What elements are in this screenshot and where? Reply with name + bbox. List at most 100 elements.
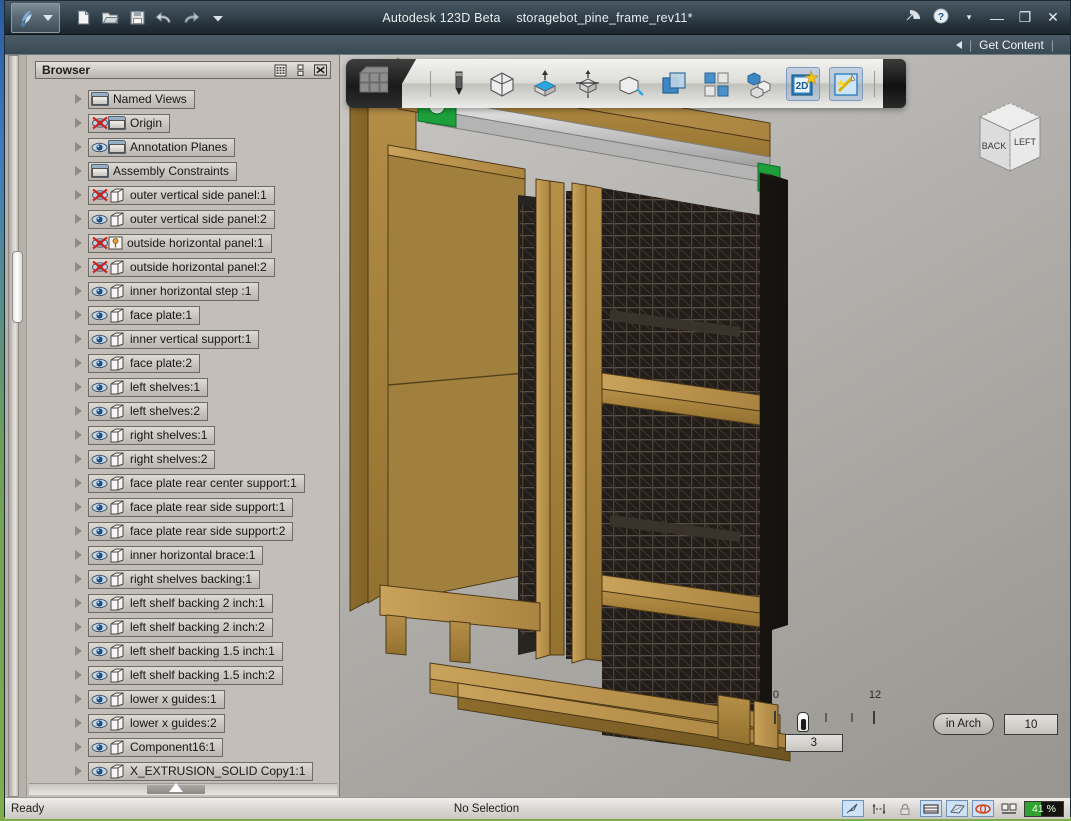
visibility-eye-icon[interactable] bbox=[91, 501, 108, 514]
visibility-eye-icon[interactable] bbox=[91, 477, 108, 490]
expand-arrow-icon[interactable] bbox=[75, 742, 82, 752]
close-panel-icon[interactable] bbox=[314, 64, 327, 77]
modify-icon[interactable] bbox=[571, 67, 605, 101]
orbit-icon[interactable] bbox=[972, 800, 994, 817]
expand-arrow-icon[interactable] bbox=[75, 166, 82, 176]
tree-node-18[interactable]: face plate rear side support:2 bbox=[88, 522, 293, 541]
save-icon[interactable] bbox=[128, 9, 146, 27]
browser-horizontal-scroll-thumb[interactable] bbox=[147, 785, 205, 794]
expand-arrow-icon[interactable] bbox=[75, 406, 82, 416]
tree-node-26[interactable]: lower x guides:2 bbox=[88, 714, 225, 733]
expand-arrow-icon[interactable] bbox=[75, 526, 82, 536]
visibility-eye-icon[interactable] bbox=[91, 573, 108, 586]
expand-arrow-icon[interactable] bbox=[75, 598, 82, 608]
measure-icon[interactable] bbox=[868, 800, 890, 817]
tree-node-3[interactable]: Assembly Constraints bbox=[88, 162, 237, 181]
expand-arrow-icon[interactable] bbox=[75, 286, 82, 296]
combine-icon[interactable] bbox=[657, 67, 691, 101]
visibility-eye-icon[interactable] bbox=[91, 645, 108, 658]
expand-arrow-icon[interactable] bbox=[75, 670, 82, 680]
3d-viewport[interactable]: 2D bbox=[339, 55, 1070, 797]
assembly-icon[interactable] bbox=[743, 67, 777, 101]
tree-node-16[interactable]: face plate rear center support:1 bbox=[88, 474, 305, 493]
help-dropdown-icon[interactable]: ▾ bbox=[960, 12, 978, 23]
visibility-hidden-icon[interactable] bbox=[91, 116, 108, 130]
select-tool-icon[interactable] bbox=[842, 800, 864, 817]
visibility-eye-icon[interactable] bbox=[91, 405, 108, 418]
visibility-eye-icon[interactable] bbox=[91, 453, 108, 466]
grid-spacing-field[interactable]: 3 bbox=[785, 734, 843, 752]
expand-arrow-icon[interactable] bbox=[75, 646, 82, 656]
tree-node-28[interactable]: X_EXTRUSION_SOLID Copy1:1 bbox=[88, 762, 313, 781]
expand-arrow-icon[interactable] bbox=[75, 478, 82, 488]
customize-qat-icon[interactable] bbox=[209, 9, 227, 27]
browser-horizontal-scrollbar[interactable] bbox=[29, 783, 337, 795]
expand-arrow-icon[interactable] bbox=[75, 766, 82, 776]
visibility-eye-icon[interactable] bbox=[91, 213, 108, 226]
tree-node-14[interactable]: right shelves:1 bbox=[88, 426, 215, 445]
view-cube[interactable]: BACK LEFT bbox=[968, 97, 1052, 183]
get-content-area[interactable]: | Get Content | bbox=[956, 38, 1070, 52]
visibility-eye-icon[interactable] bbox=[91, 429, 108, 442]
expand-arrow-icon[interactable] bbox=[75, 190, 82, 200]
shaded-view-icon[interactable] bbox=[946, 800, 968, 817]
application-menu-caret-icon[interactable] bbox=[43, 15, 53, 21]
expand-arrow-icon[interactable] bbox=[75, 358, 82, 368]
visibility-hidden-icon[interactable] bbox=[91, 260, 108, 274]
tree-node-20[interactable]: right shelves backing:1 bbox=[88, 570, 260, 589]
visibility-eye-icon[interactable] bbox=[91, 333, 108, 346]
visibility-eye-icon[interactable] bbox=[91, 597, 108, 610]
help-icon[interactable]: ? bbox=[932, 8, 950, 27]
expand-arrow-icon[interactable] bbox=[75, 310, 82, 320]
get-content-label[interactable]: Get Content bbox=[979, 38, 1044, 52]
ruler-slider-thumb[interactable] bbox=[797, 712, 809, 732]
tree-node-5[interactable]: outer vertical side panel:2 bbox=[88, 210, 275, 229]
window-tile-icon[interactable] bbox=[998, 800, 1020, 817]
visibility-eye-icon[interactable] bbox=[91, 525, 108, 538]
filter-icon[interactable] bbox=[274, 64, 287, 77]
maximize-button[interactable]: ❐ bbox=[1016, 9, 1034, 26]
grid-ruler[interactable]: 0 12 3 bbox=[773, 689, 923, 751]
visibility-eye-icon[interactable] bbox=[91, 693, 108, 706]
communication-center-icon[interactable] bbox=[904, 9, 922, 27]
visibility-eye-icon[interactable] bbox=[91, 621, 108, 634]
tree-node-21[interactable]: left shelf backing 2 inch:1 bbox=[88, 594, 273, 613]
magic-wand-icon[interactable] bbox=[829, 67, 863, 101]
tree-node-19[interactable]: inner horizontal brace:1 bbox=[88, 546, 263, 565]
units-button[interactable]: in Arch bbox=[933, 713, 994, 735]
tree-node-11[interactable]: face plate:2 bbox=[88, 354, 200, 373]
visibility-eye-icon[interactable] bbox=[91, 669, 108, 682]
expand-arrow-icon[interactable] bbox=[75, 550, 82, 560]
tree-node-22[interactable]: left shelf backing 2 inch:2 bbox=[88, 618, 273, 637]
drawing-2d-icon[interactable]: 2D bbox=[786, 67, 820, 101]
tree-node-7[interactable]: outside horizontal panel:2 bbox=[88, 258, 275, 277]
visibility-eye-icon[interactable] bbox=[91, 357, 108, 370]
section-view-icon[interactable] bbox=[920, 800, 942, 817]
collapse-arrow-icon[interactable] bbox=[956, 41, 962, 49]
visibility-eye-icon[interactable] bbox=[91, 717, 108, 730]
sketch-pencil-icon[interactable] bbox=[442, 67, 476, 101]
tree-node-10[interactable]: inner vertical support:1 bbox=[88, 330, 259, 349]
tree-node-6[interactable]: outside horizontal panel:1 bbox=[88, 234, 272, 253]
tree-node-23[interactable]: left shelf backing 1.5 inch:1 bbox=[88, 642, 283, 661]
tree-node-24[interactable]: left shelf backing 1.5 inch:2 bbox=[88, 666, 283, 685]
expand-arrow-icon[interactable] bbox=[75, 694, 82, 704]
open-icon[interactable] bbox=[101, 9, 119, 27]
expand-arrow-icon[interactable] bbox=[75, 94, 82, 104]
zoom-value-field[interactable]: 10 bbox=[1004, 714, 1058, 735]
expand-arrow-icon[interactable] bbox=[75, 238, 82, 248]
tree-node-4[interactable]: outer vertical side panel:1 bbox=[88, 186, 275, 205]
expand-arrow-icon[interactable] bbox=[75, 262, 82, 272]
redo-icon[interactable] bbox=[182, 9, 200, 27]
visibility-hidden-icon[interactable] bbox=[91, 188, 108, 202]
visibility-eye-icon[interactable] bbox=[91, 141, 108, 154]
tree-node-8[interactable]: inner horizontal step :1 bbox=[88, 282, 259, 301]
tree-node-1[interactable]: Origin bbox=[88, 114, 170, 133]
visibility-eye-icon[interactable] bbox=[91, 549, 108, 562]
undo-icon[interactable] bbox=[155, 9, 173, 27]
expand-arrow-icon[interactable] bbox=[75, 142, 82, 152]
new-icon[interactable] bbox=[74, 9, 92, 27]
expand-arrow-icon[interactable] bbox=[75, 502, 82, 512]
expand-arrow-icon[interactable] bbox=[75, 118, 82, 128]
visibility-eye-icon[interactable] bbox=[91, 741, 108, 754]
